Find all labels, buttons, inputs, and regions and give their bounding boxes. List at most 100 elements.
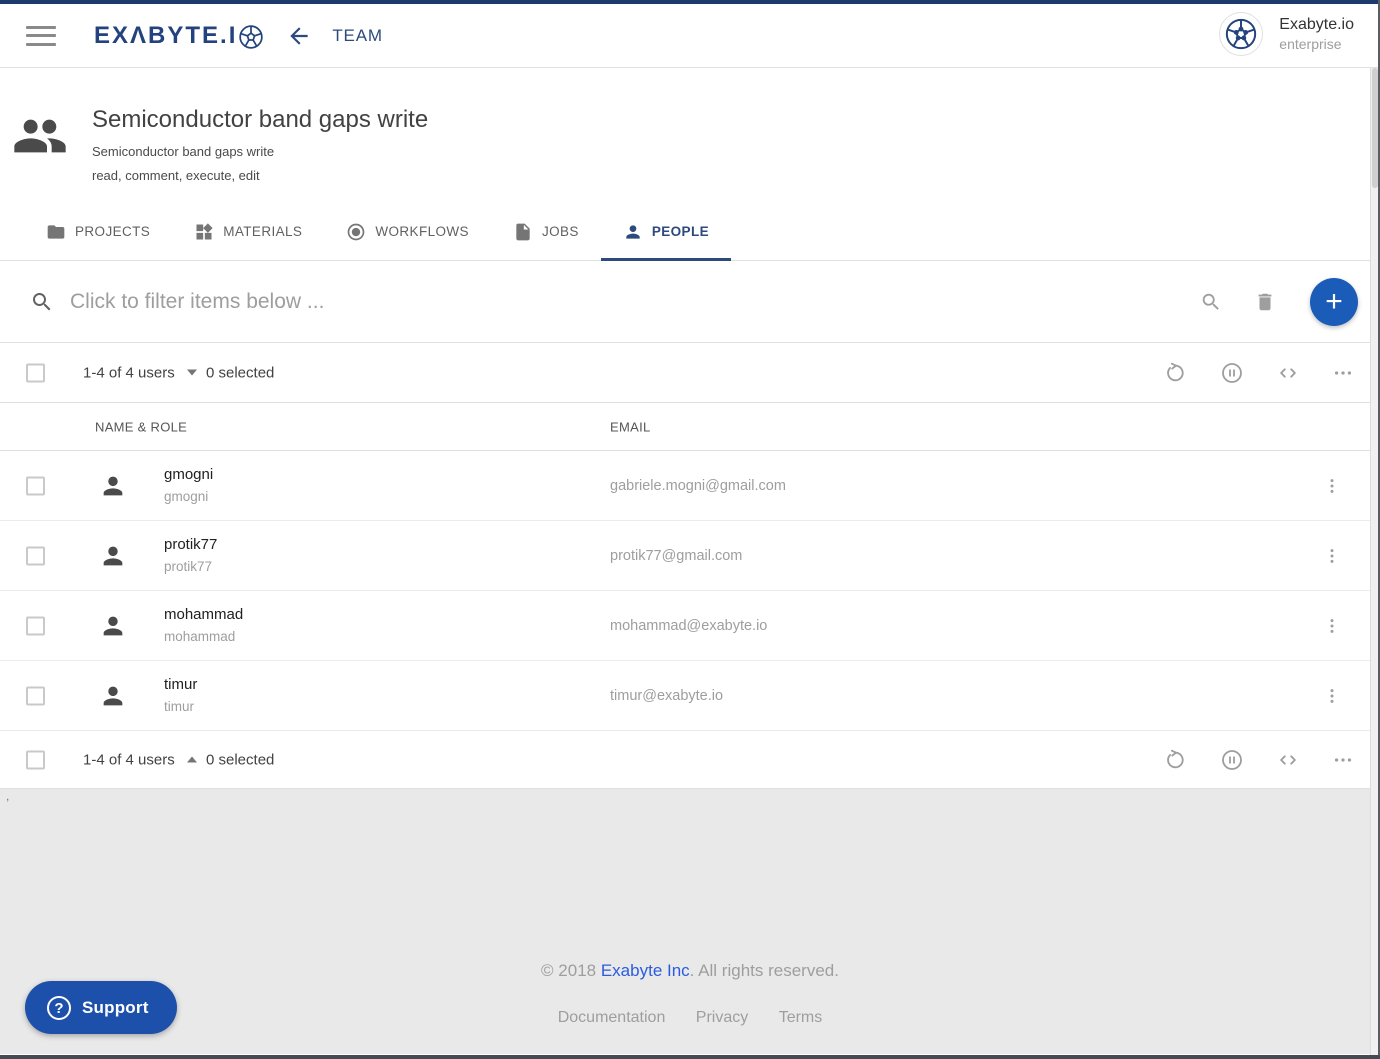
code-button[interactable] — [1273, 745, 1303, 775]
table-row[interactable]: protik77 protik77 protik77@gmail.com — [0, 521, 1380, 591]
select-all-checkbox[interactable] — [26, 750, 45, 769]
support-button[interactable]: ? Support — [25, 981, 177, 1034]
tab-jobs[interactable]: JOBS — [491, 203, 601, 260]
caret-up-icon — [187, 757, 197, 763]
scrollbar[interactable] — [1370, 68, 1378, 1055]
pagination-dropdown[interactable]: 1-4 of 4 users — [83, 364, 197, 381]
page-title: Semiconductor band gaps write — [92, 94, 1380, 134]
tab-label: PROJECTS — [75, 224, 150, 239]
row-checkbox[interactable] — [26, 546, 45, 565]
user-email: mohammad@exabyte.io — [610, 618, 767, 634]
person-icon — [99, 542, 127, 570]
code-brackets-icon — [1277, 749, 1299, 771]
pause-circle-icon — [1220, 748, 1244, 772]
delete-button[interactable] — [1250, 287, 1280, 317]
tab-label: PEOPLE — [652, 224, 709, 239]
person-icon — [99, 472, 127, 500]
refresh-button[interactable] — [1161, 358, 1191, 388]
refresh-button[interactable] — [1161, 745, 1191, 775]
user-email: gabriele.mogni@gmail.com — [610, 478, 786, 494]
user-email: timur@exabyte.io — [610, 688, 723, 704]
user-role: gmogni — [164, 489, 208, 504]
copyright-prefix: © 2018 — [541, 961, 601, 980]
table-row[interactable]: gmogni gmogni gabriele.mogni@gmail.com — [0, 451, 1380, 521]
tab-bar: PROJECTS MATERIALS WORKFLOWS JOBS PEOPLE — [0, 203, 1380, 261]
more-options-button[interactable] — [1328, 745, 1358, 775]
copyright-suffix: . All rights reserved. — [690, 961, 839, 980]
widgets-icon — [194, 222, 214, 242]
column-header-email: EMAIL — [610, 419, 651, 434]
page-nav-label: TEAM — [332, 26, 382, 46]
ellipsis-vertical-icon — [1322, 686, 1342, 706]
account-logo-icon — [1219, 12, 1263, 56]
row-checkbox[interactable] — [26, 686, 45, 705]
pagination-range: 1-4 of 4 users — [83, 751, 175, 768]
refresh-icon — [1165, 749, 1187, 771]
fullerene-ball-icon — [238, 24, 264, 50]
tab-label: WORKFLOWS — [375, 224, 469, 239]
person-icon — [99, 682, 127, 710]
row-menu-button[interactable] — [1318, 542, 1346, 570]
row-menu-button[interactable] — [1318, 682, 1346, 710]
row-menu-button[interactable] — [1318, 612, 1346, 640]
documentation-link[interactable]: Documentation — [558, 1009, 666, 1026]
table-row[interactable]: timur timur timur@exabyte.io — [0, 661, 1380, 731]
brand-logo[interactable]: EXΛBYTE.I — [94, 22, 264, 50]
page-subtitle: Semiconductor band gaps write — [92, 144, 1380, 159]
tab-label: JOBS — [542, 224, 579, 239]
account-name: Exabyte.io — [1279, 16, 1354, 34]
back-arrow-icon[interactable] — [286, 23, 312, 49]
folder-icon — [46, 222, 66, 242]
page-footer: , © 2018 Exabyte Inc. All rights reserve… — [0, 789, 1380, 1054]
refresh-icon — [1165, 362, 1187, 384]
tab-projects[interactable]: PROJECTS — [24, 203, 172, 260]
user-email: protik77@gmail.com — [610, 548, 742, 564]
selected-count: 0 selected — [206, 364, 274, 381]
ellipsis-vertical-icon — [1322, 616, 1342, 636]
user-role: protik77 — [164, 559, 212, 574]
question-circle-icon: ? — [47, 996, 71, 1020]
account-type: enterprise — [1279, 36, 1354, 52]
ellipsis-vertical-icon — [1322, 546, 1342, 566]
search-button[interactable] — [1196, 287, 1226, 317]
pagination-dropdown[interactable]: 1-4 of 4 users — [83, 751, 197, 768]
app-bar: EXΛBYTE.I TEAM Exabyte.io enterpris — [0, 4, 1380, 68]
row-checkbox[interactable] — [26, 476, 45, 495]
add-user-button[interactable]: + — [1310, 278, 1358, 326]
support-label: Support — [82, 998, 149, 1018]
menu-icon[interactable] — [26, 26, 56, 46]
privacy-link[interactable]: Privacy — [696, 1009, 748, 1026]
ellipsis-horizontal-icon — [1332, 749, 1354, 771]
person-icon — [99, 612, 127, 640]
page-permissions: read, comment, execute, edit — [92, 168, 1380, 183]
table-row[interactable]: mohammad mohammad mohammad@exabyte.io — [0, 591, 1380, 661]
row-menu-button[interactable] — [1318, 472, 1346, 500]
user-name: protik77 — [164, 536, 217, 553]
tab-workflows[interactable]: WORKFLOWS — [324, 203, 491, 260]
window-edge-bottom — [0, 1055, 1380, 1059]
pause-circle-icon — [1220, 361, 1244, 385]
person-icon — [623, 222, 643, 242]
trash-icon — [1254, 291, 1276, 313]
list-toolbar-top: 1-4 of 4 users 0 selected — [0, 343, 1380, 403]
row-checkbox[interactable] — [26, 616, 45, 635]
pause-button[interactable] — [1216, 744, 1248, 776]
stray-mark: , — [6, 789, 9, 803]
tab-materials[interactable]: MATERIALS — [172, 203, 324, 260]
account-widget[interactable]: Exabyte.io enterprise — [1219, 12, 1354, 56]
user-name: timur — [164, 676, 197, 693]
company-link[interactable]: Exabyte Inc — [601, 961, 690, 980]
filter-input[interactable] — [70, 290, 1196, 314]
code-button[interactable] — [1273, 358, 1303, 388]
more-options-button[interactable] — [1328, 358, 1358, 388]
tab-people[interactable]: PEOPLE — [601, 203, 731, 260]
selected-count: 0 selected — [206, 751, 274, 768]
user-role: mohammad — [164, 629, 235, 644]
brand-logo-text: EXΛBYTE.I — [94, 22, 237, 50]
pause-button[interactable] — [1216, 357, 1248, 389]
list-toolbar-bottom: 1-4 of 4 users 0 selected — [0, 731, 1380, 789]
terms-link[interactable]: Terms — [779, 1009, 823, 1026]
select-all-checkbox[interactable] — [26, 363, 45, 382]
page-header: Semiconductor band gaps write Semiconduc… — [0, 68, 1380, 203]
column-header-name-role: NAME & ROLE — [95, 419, 187, 434]
